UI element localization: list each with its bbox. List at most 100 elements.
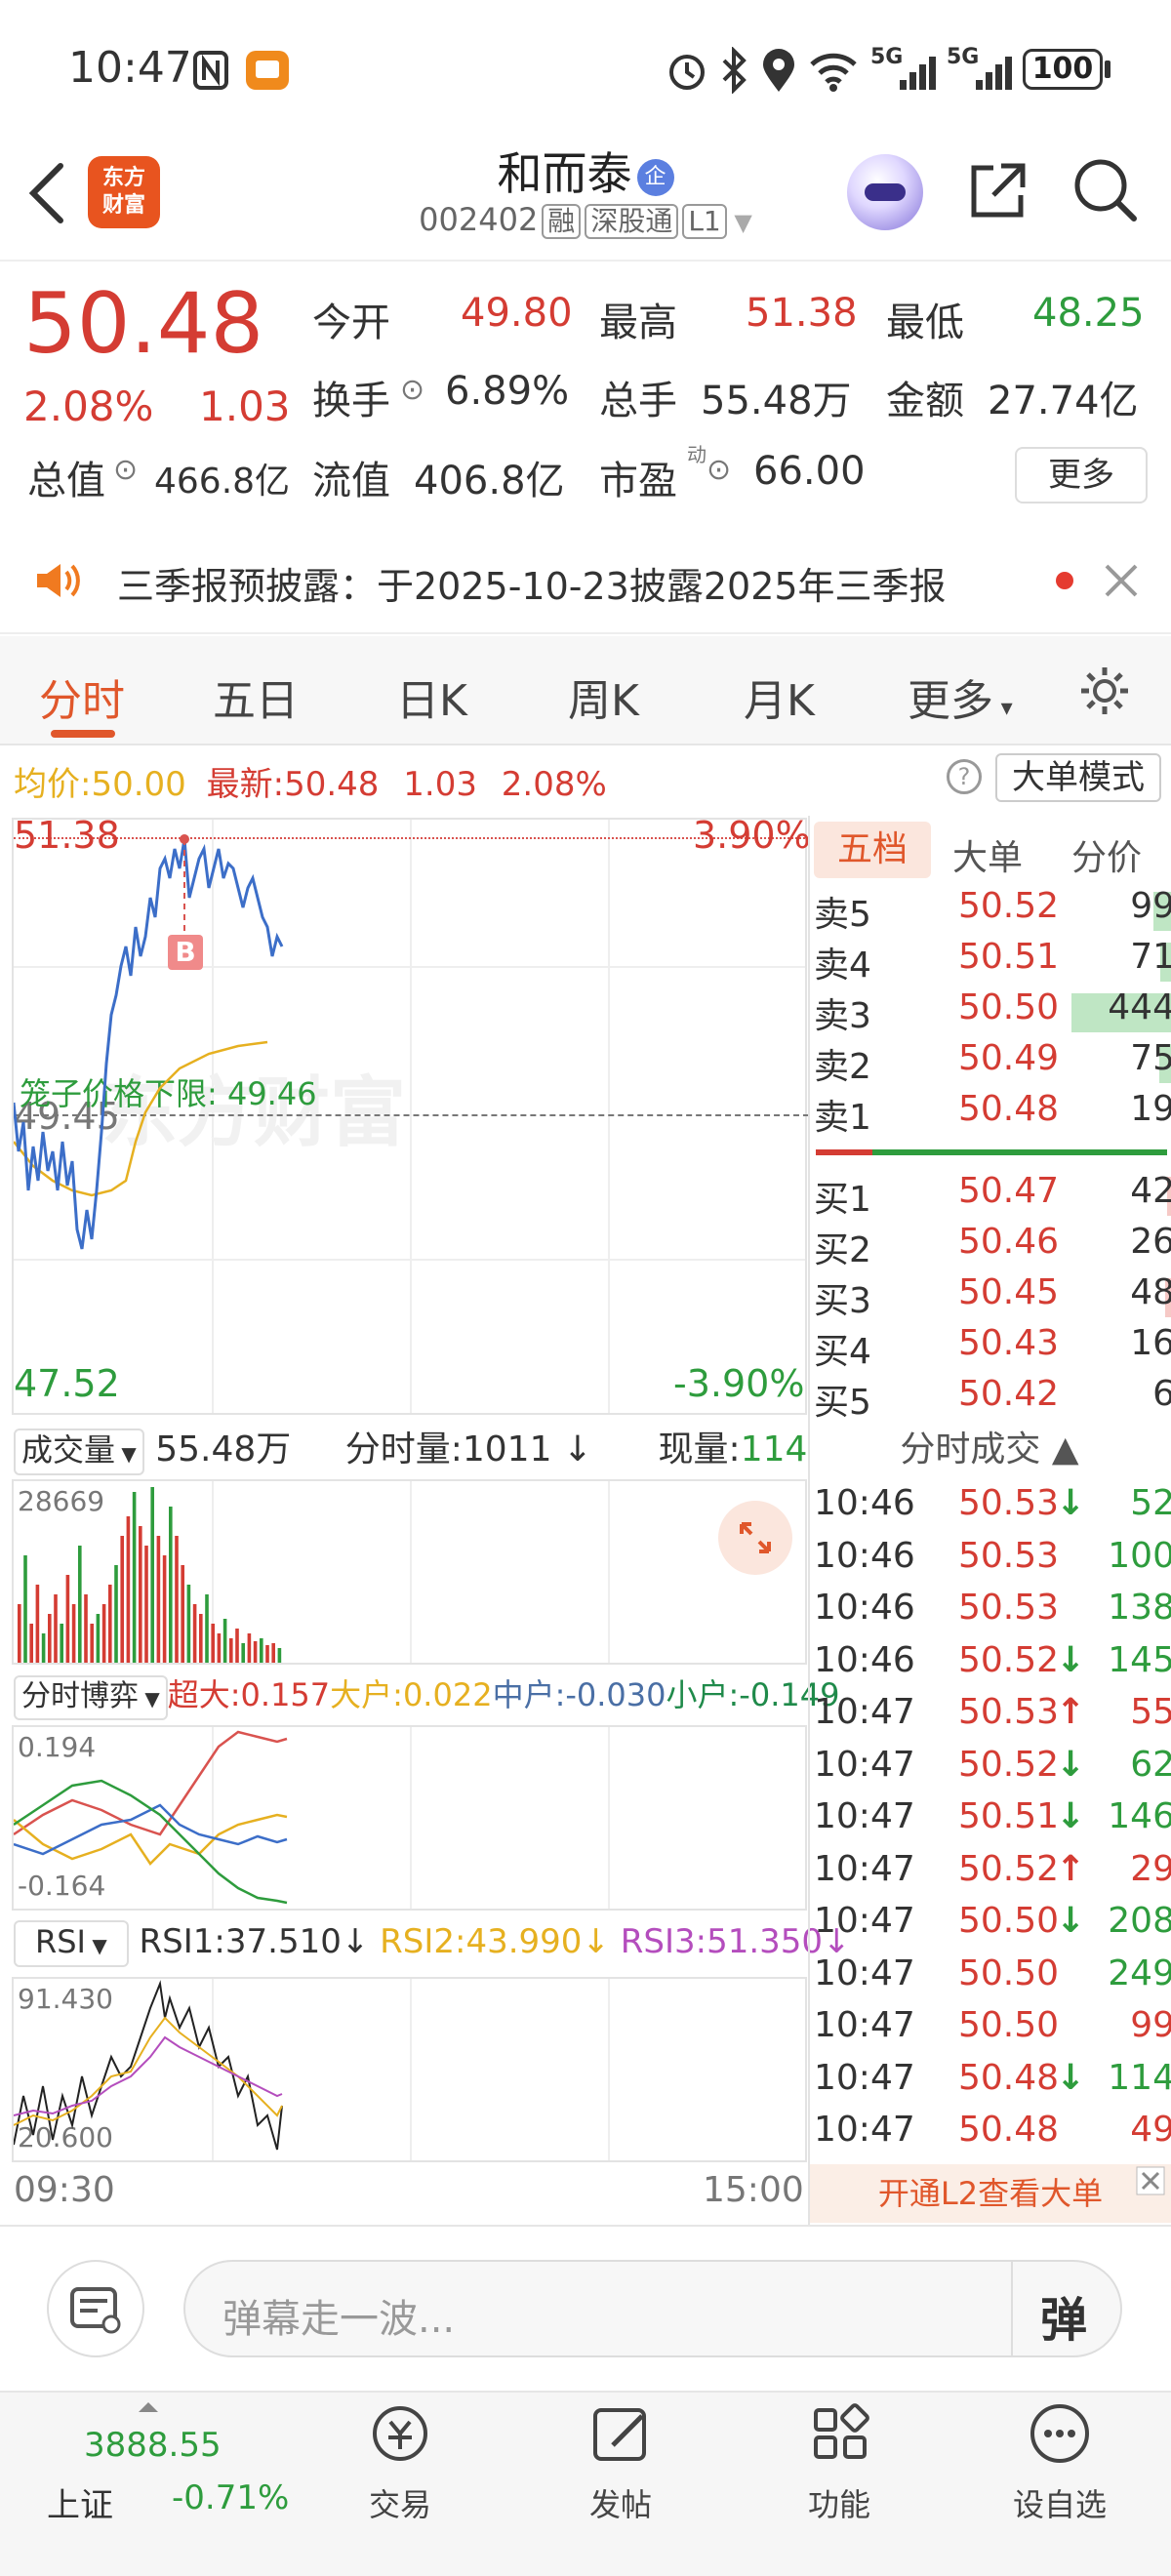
intraday-chart[interactable]: 东方财富 51.38 3.90% 49.45 笼子价格下限: 49.46 47.…: [12, 814, 811, 1415]
ask-volume: 71: [1130, 937, 1171, 977]
tick-time: 10:47: [814, 2110, 915, 2150]
bid-row[interactable]: 买3 50.45 48: [814, 1272, 1171, 1323]
search-icon[interactable]: [1071, 156, 1140, 224]
tick-row: 10:47 50.52 ↓ 62: [814, 1745, 1171, 1795]
assistant-avatar[interactable]: [847, 154, 923, 230]
time-axis-end: 15:00: [703, 2170, 804, 2210]
ask-volume: 75: [1130, 1038, 1171, 1078]
tick-price: 50.48: [958, 2057, 1060, 2098]
l2-close-icon[interactable]: [1136, 2166, 1165, 2195]
comment-settings-button[interactable]: [47, 2260, 144, 2357]
tab-more[interactable]: 更多 ▾: [908, 665, 1013, 728]
notice-dot: [1056, 572, 1073, 589]
send-danmaku-icon[interactable]: 弹: [1040, 2281, 1087, 2350]
tick-volume: 100: [1108, 1535, 1171, 1576]
tick-row: 10:47 50.48 ↓ 114: [814, 2058, 1171, 2109]
rsi-selector[interactable]: RSI ▼: [14, 1920, 129, 1967]
now-volume: 114: [740, 1429, 808, 1469]
l2-upsell-banner[interactable]: 开通L2查看大单: [810, 2164, 1171, 2223]
battery-icon: 100: [1023, 49, 1103, 90]
nav-post[interactable]: 发帖: [552, 2393, 689, 2525]
tab-weekly-k[interactable]: 周K: [568, 665, 639, 728]
bid-label: 买3: [814, 1281, 871, 1321]
volume-selector[interactable]: 成交量 ▼: [14, 1429, 144, 1475]
rsi-chart[interactable]: 91.430 20.600: [12, 1977, 807, 2162]
settings-gear-icon[interactable]: [1077, 664, 1132, 718]
tab-daily-k[interactable]: 日K: [396, 665, 467, 728]
ask-row[interactable]: 卖1 50.48 19: [814, 1089, 1171, 1140]
flow-chart[interactable]: 0.194 -0.164: [12, 1725, 807, 1911]
ask-row[interactable]: 卖2 50.49 75: [814, 1038, 1171, 1089]
tick-volume: 208: [1108, 1901, 1171, 1941]
tick-direction: ↓: [1056, 1901, 1086, 1941]
flow-header: 分时博弈 ▼ 超大:0.157大户:0.022中户:-0.030小户:-0.149: [14, 1670, 839, 1720]
bid-row[interactable]: 买4 50.43 16: [814, 1323, 1171, 1374]
function-grid-icon: [814, 2403, 869, 2459]
tick-volume: 114: [1108, 2057, 1171, 2098]
ask-label: 卖4: [814, 946, 871, 986]
tick-volume: 146: [1108, 1796, 1171, 1836]
bid-row[interactable]: 买5 50.42 6: [814, 1374, 1171, 1425]
avg-price: 50.00: [91, 765, 186, 804]
stock-code: 002402: [419, 201, 539, 238]
open-label: 今开: [312, 301, 390, 345]
index-change[interactable]: -0.71%: [172, 2478, 289, 2517]
pe-info-icon[interactable]: ⊙: [707, 453, 731, 487]
tick-price: 50.53: [958, 1692, 1060, 1732]
tag-level: L1: [682, 204, 727, 239]
expand-icon: [740, 1522, 771, 1553]
index-name[interactable]: 上证: [47, 2478, 113, 2526]
buy-marker[interactable]: B: [168, 935, 203, 970]
flow-mid: 中户:-0.030: [492, 1676, 666, 1713]
change-value: 1.03: [199, 382, 291, 430]
tick-time: 10:47: [814, 2005, 915, 2045]
nav-add-watchlist[interactable]: 设自选: [991, 2393, 1128, 2525]
big-order-mode-button[interactable]: 大单模式: [995, 753, 1161, 802]
expand-button[interactable]: [718, 1501, 792, 1575]
comment-input[interactable]: 弹幕走一波... 弹: [183, 2260, 1122, 2357]
volume-chart[interactable]: 28669: [12, 1479, 807, 1665]
nav-function[interactable]: 功能: [771, 2393, 908, 2525]
tick-direction: ↓: [1056, 1483, 1086, 1523]
mktcap-info-icon[interactable]: ⊙: [113, 453, 138, 487]
ask-volume: 19: [1130, 1089, 1171, 1129]
bid-price: 50.46: [958, 1222, 1060, 1262]
help-icon[interactable]: ?: [947, 759, 982, 794]
tick-time: 10:47: [814, 1796, 915, 1836]
tick-volume: 49: [1130, 2110, 1171, 2150]
ask-row[interactable]: 卖5 50.52 99: [814, 886, 1171, 937]
tick-row: 10:47 50.53 ↑ 55: [814, 1692, 1171, 1743]
mktcap-label: 总值: [27, 459, 105, 503]
tab-price-dist[interactable]: 分价: [1071, 829, 1142, 880]
ticks-title[interactable]: 分时成交 ▲: [808, 1421, 1171, 1471]
low-label: 最低: [886, 301, 964, 345]
volume-total: 55.48万: [155, 1429, 292, 1469]
turnover-info-icon[interactable]: ⊙: [400, 373, 424, 407]
close-icon[interactable]: [1103, 562, 1140, 599]
index-expand-icon[interactable]: [137, 2400, 160, 2414]
tab-big-order[interactable]: 大单: [952, 829, 1023, 880]
tab-five-level[interactable]: 五档: [814, 822, 931, 878]
notice-bar[interactable]: 三季报预披露：于2025-10-23披露2025年三季报: [0, 527, 1171, 634]
tick-row: 10:46 50.52 ↓ 145: [814, 1640, 1171, 1691]
speaker-icon: [37, 564, 80, 597]
tab-intraday[interactable]: 分时: [39, 665, 125, 728]
latest-change: 1.03: [403, 765, 477, 804]
flow-selector[interactable]: 分时博弈 ▼: [14, 1675, 168, 1720]
nav-trade[interactable]: 交易: [332, 2393, 468, 2525]
tick-row: 10:47 50.48 49: [814, 2110, 1171, 2160]
tab-five-day[interactable]: 五日: [213, 665, 299, 728]
bid-row[interactable]: 买2 50.46 26: [814, 1222, 1171, 1272]
ask-row[interactable]: 卖4 50.51 71: [814, 937, 1171, 987]
ask-row[interactable]: 卖3 50.50 444: [814, 987, 1171, 1038]
turnover-value: 6.89%: [445, 369, 570, 414]
latest-price: 50.48: [284, 765, 380, 804]
status-time: 10:47: [68, 43, 192, 93]
index-value[interactable]: 3888.55: [84, 2426, 222, 2465]
more-quote-button[interactable]: 更多: [1015, 447, 1148, 503]
tab-monthly-k[interactable]: 月K: [744, 665, 815, 728]
signal-strength-icon: [900, 57, 936, 90]
tick-price: 50.52: [958, 1639, 1060, 1680]
bid-row[interactable]: 买1 50.47 42: [814, 1171, 1171, 1222]
share-icon[interactable]: [966, 160, 1029, 222]
